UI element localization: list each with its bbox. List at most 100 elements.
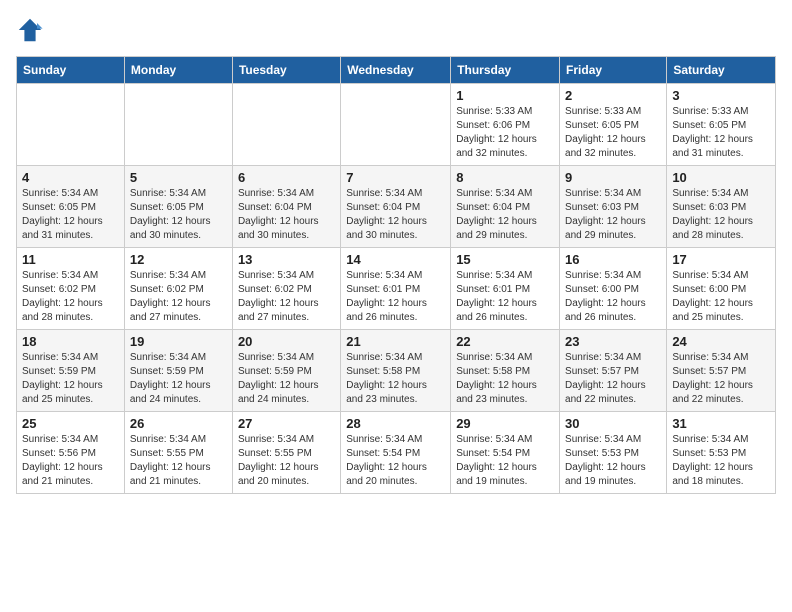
day-cell: 14 Sunrise: 5:34 AM Sunset: 6:01 PM Dayli…	[341, 248, 451, 330]
day-number: 30	[565, 416, 661, 431]
day-info: Sunrise: 5:34 AM Sunset: 6:01 PM Dayligh…	[456, 269, 554, 325]
day-cell: 24 Sunrise: 5:34 AM Sunset: 5:57 PM Dayli…	[667, 330, 776, 412]
day-info: Sunrise: 5:34 AM Sunset: 5:55 PM Dayligh…	[238, 433, 335, 489]
day-info: Sunrise: 5:34 AM Sunset: 6:05 PM Dayligh…	[130, 187, 227, 243]
logo-icon	[16, 16, 44, 44]
day-number: 31	[672, 416, 770, 431]
weekday-saturday: Saturday	[667, 57, 776, 84]
day-number: 16	[565, 252, 661, 267]
day-number: 5	[130, 170, 227, 185]
day-info: Sunrise: 5:34 AM Sunset: 6:04 PM Dayligh…	[346, 187, 445, 243]
day-number: 23	[565, 334, 661, 349]
day-info: Sunrise: 5:34 AM Sunset: 5:55 PM Dayligh…	[130, 433, 227, 489]
logo	[16, 16, 48, 44]
day-cell: 2 Sunrise: 5:33 AM Sunset: 6:05 PM Daylig…	[560, 84, 667, 166]
day-info: Sunrise: 5:34 AM Sunset: 5:57 PM Dayligh…	[672, 351, 770, 407]
day-info: Sunrise: 5:34 AM Sunset: 6:02 PM Dayligh…	[238, 269, 335, 325]
day-info: Sunrise: 5:34 AM Sunset: 6:05 PM Dayligh…	[22, 187, 119, 243]
day-cell: 3Sunrise: 5:33 AM Sunset: 6:05 PM Daylig…	[667, 84, 776, 166]
day-info: Sunrise: 5:34 AM Sunset: 5:57 PM Dayligh…	[565, 351, 661, 407]
day-number: 21	[346, 334, 445, 349]
week-row-4: 18 Sunrise: 5:34 AM Sunset: 5:59 PM Dayli…	[17, 330, 776, 412]
day-info: Sunrise: 5:34 AM Sunset: 5:58 PM Dayligh…	[346, 351, 445, 407]
day-number: 14	[346, 252, 445, 267]
day-number: 9	[565, 170, 661, 185]
weekday-friday: Friday	[560, 57, 667, 84]
weekday-header-row: SundayMondayTuesdayWednesdayThursdayFrid…	[17, 57, 776, 84]
day-cell: 10 Sunrise: 5:34 AM Sunset: 6:03 PM Dayli…	[667, 166, 776, 248]
day-cell: 30 Sunrise: 5:34 AM Sunset: 5:53 PM Dayli…	[560, 412, 667, 494]
day-cell: 20 Sunrise: 5:34 AM Sunset: 5:59 PM Dayli…	[232, 330, 340, 412]
day-number: 19	[130, 334, 227, 349]
weekday-thursday: Thursday	[451, 57, 560, 84]
weekday-sunday: Sunday	[17, 57, 125, 84]
day-number: 10	[672, 170, 770, 185]
day-cell: 18 Sunrise: 5:34 AM Sunset: 5:59 PM Dayli…	[17, 330, 125, 412]
day-number: 22	[456, 334, 554, 349]
day-cell: 12 Sunrise: 5:34 AM Sunset: 6:02 PM Dayli…	[124, 248, 232, 330]
day-info: Sunrise: 5:34 AM Sunset: 5:59 PM Dayligh…	[130, 351, 227, 407]
day-info: Sunrise: 5:34 AM Sunset: 5:53 PM Dayligh…	[565, 433, 661, 489]
day-cell	[232, 84, 340, 166]
day-info: Sunrise: 5:34 AM Sunset: 5:56 PM Dayligh…	[22, 433, 119, 489]
day-cell: 9 Sunrise: 5:34 AM Sunset: 6:03 PM Daylig…	[560, 166, 667, 248]
day-number: 28	[346, 416, 445, 431]
day-info: Sunrise: 5:34 AM Sunset: 5:58 PM Dayligh…	[456, 351, 554, 407]
day-info: Sunrise: 5:34 AM Sunset: 6:02 PM Dayligh…	[22, 269, 119, 325]
weekday-wednesday: Wednesday	[341, 57, 451, 84]
day-cell: 22 Sunrise: 5:34 AM Sunset: 5:58 PM Dayli…	[451, 330, 560, 412]
day-info: Sunrise: 5:33 AM Sunset: 6:05 PM Dayligh…	[565, 105, 661, 161]
day-cell: 25 Sunrise: 5:34 AM Sunset: 5:56 PM Dayli…	[17, 412, 125, 494]
day-cell: 1Sunrise: 5:33 AM Sunset: 6:06 PM Daylig…	[451, 84, 560, 166]
day-number: 7	[346, 170, 445, 185]
day-info: Sunrise: 5:34 AM Sunset: 5:59 PM Dayligh…	[22, 351, 119, 407]
day-cell: 11Sunrise: 5:34 AM Sunset: 6:02 PM Dayli…	[17, 248, 125, 330]
day-number: 3	[672, 88, 770, 103]
day-number: 25	[22, 416, 119, 431]
day-cell	[124, 84, 232, 166]
day-info: Sunrise: 5:34 AM Sunset: 6:01 PM Dayligh…	[346, 269, 445, 325]
day-number: 1	[456, 88, 554, 103]
day-number: 12	[130, 252, 227, 267]
day-info: Sunrise: 5:34 AM Sunset: 5:53 PM Dayligh…	[672, 433, 770, 489]
day-info: Sunrise: 5:34 AM Sunset: 6:03 PM Dayligh…	[672, 187, 770, 243]
day-cell: 16Sunrise: 5:34 AM Sunset: 6:00 PM Dayli…	[560, 248, 667, 330]
day-cell: 5 Sunrise: 5:34 AM Sunset: 6:05 PM Daylig…	[124, 166, 232, 248]
day-number: 26	[130, 416, 227, 431]
day-info: Sunrise: 5:34 AM Sunset: 5:54 PM Dayligh…	[456, 433, 554, 489]
day-number: 2	[565, 88, 661, 103]
day-cell: 17 Sunrise: 5:34 AM Sunset: 6:00 PM Dayli…	[667, 248, 776, 330]
page-header	[16, 16, 776, 44]
day-cell: 19 Sunrise: 5:34 AM Sunset: 5:59 PM Dayli…	[124, 330, 232, 412]
day-info: Sunrise: 5:34 AM Sunset: 6:03 PM Dayligh…	[565, 187, 661, 243]
day-number: 18	[22, 334, 119, 349]
day-number: 15	[456, 252, 554, 267]
day-cell: 8Sunrise: 5:34 AM Sunset: 6:04 PM Daylig…	[451, 166, 560, 248]
day-cell: 4 Sunrise: 5:34 AM Sunset: 6:05 PM Daylig…	[17, 166, 125, 248]
day-info: Sunrise: 5:34 AM Sunset: 6:00 PM Dayligh…	[672, 269, 770, 325]
day-info: Sunrise: 5:34 AM Sunset: 5:59 PM Dayligh…	[238, 351, 335, 407]
day-number: 6	[238, 170, 335, 185]
day-cell: 21 Sunrise: 5:34 AM Sunset: 5:58 PM Dayli…	[341, 330, 451, 412]
day-cell: 29 Sunrise: 5:34 AM Sunset: 5:54 PM Dayli…	[451, 412, 560, 494]
day-number: 8	[456, 170, 554, 185]
day-number: 24	[672, 334, 770, 349]
week-row-3: 11Sunrise: 5:34 AM Sunset: 6:02 PM Dayli…	[17, 248, 776, 330]
day-cell: 26 Sunrise: 5:34 AM Sunset: 5:55 PM Dayli…	[124, 412, 232, 494]
day-number: 20	[238, 334, 335, 349]
day-cell: 27Sunrise: 5:34 AM Sunset: 5:55 PM Dayli…	[232, 412, 340, 494]
day-number: 29	[456, 416, 554, 431]
day-cell	[341, 84, 451, 166]
calendar-body: 1Sunrise: 5:33 AM Sunset: 6:06 PM Daylig…	[17, 84, 776, 494]
day-number: 4	[22, 170, 119, 185]
week-row-2: 4 Sunrise: 5:34 AM Sunset: 6:05 PM Daylig…	[17, 166, 776, 248]
week-row-5: 25 Sunrise: 5:34 AM Sunset: 5:56 PM Dayli…	[17, 412, 776, 494]
week-row-1: 1Sunrise: 5:33 AM Sunset: 6:06 PM Daylig…	[17, 84, 776, 166]
day-info: Sunrise: 5:34 AM Sunset: 6:02 PM Dayligh…	[130, 269, 227, 325]
day-cell: 23 Sunrise: 5:34 AM Sunset: 5:57 PM Dayli…	[560, 330, 667, 412]
day-cell: 28 Sunrise: 5:34 AM Sunset: 5:54 PM Dayli…	[341, 412, 451, 494]
day-info: Sunrise: 5:34 AM Sunset: 5:54 PM Dayligh…	[346, 433, 445, 489]
day-number: 13	[238, 252, 335, 267]
day-number: 17	[672, 252, 770, 267]
weekday-monday: Monday	[124, 57, 232, 84]
